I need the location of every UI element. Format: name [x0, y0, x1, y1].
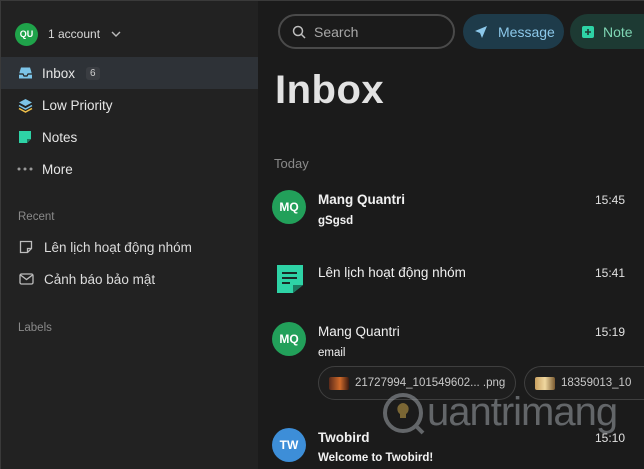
sidebar: QU 1 account Inbox 6 Low Priority Notes … [1, 1, 258, 469]
recent-item-label: Lên lịch hoạt động nhóm [44, 239, 192, 255]
inbox-item[interactable]: MQ Mang Quantri gSgsd 15:45 [258, 188, 644, 238]
layers-icon [17, 97, 33, 113]
sender-name: Mang Quantri [318, 324, 400, 339]
note-button-label: Note [603, 23, 633, 40]
account-label: 1 account [48, 27, 101, 41]
account-avatar: QU [15, 22, 38, 46]
note-icon [277, 265, 303, 293]
inbox-icon [17, 65, 33, 81]
new-note-button[interactable]: Note [570, 14, 644, 49]
sidebar-item-notes[interactable]: Notes [1, 121, 258, 153]
search-icon [292, 25, 306, 39]
page-title: Inbox [275, 68, 385, 112]
message-time: 15:45 [594, 193, 625, 207]
note-plus-icon [582, 25, 594, 38]
image-thumbnail [329, 376, 349, 390]
search-placeholder: Search [314, 23, 359, 40]
search-input[interactable]: Search [278, 14, 455, 49]
message-button-label: Message [498, 23, 555, 40]
date-group-label: Today [274, 156, 309, 171]
inbox-item[interactable]: TW Twobird Welcome to Twobird! 15:10 [258, 425, 644, 469]
message-time: 15:10 [594, 431, 625, 445]
avatar: TW [272, 428, 306, 462]
new-message-button[interactable]: Message [463, 14, 564, 49]
chevron-down-icon [111, 31, 121, 37]
recent-item-label: Cảnh báo bảo mật [44, 271, 156, 287]
message-subject: gSgsd [318, 215, 354, 227]
avatar: MQ [272, 322, 306, 356]
sidebar-item-low-priority[interactable]: Low Priority [1, 89, 258, 121]
mail-icon [18, 271, 34, 287]
unread-count-badge: 6 [86, 66, 100, 80]
note-outline-icon [18, 239, 34, 255]
note-title: Lên lịch hoạt động nhóm [318, 265, 466, 280]
labels-section-title: Labels [18, 322, 52, 334]
recent-section-title: Recent [18, 211, 55, 223]
sender-name: Twobird [318, 430, 370, 445]
avatar: MQ [272, 190, 306, 224]
attachment-filename: 18359013_10 [561, 377, 632, 389]
recent-item[interactable]: Cảnh báo bảo mật [1, 263, 258, 295]
sidebar-item-inbox[interactable]: Inbox 6 [1, 57, 258, 89]
message-subject: email [318, 347, 346, 359]
message-time: 15:19 [594, 325, 625, 339]
sidebar-item-more[interactable]: More [1, 153, 258, 185]
send-icon [475, 25, 487, 38]
image-thumbnail [535, 376, 555, 390]
main-pane: Search Message Note Inbox Today MQ Mang … [258, 1, 644, 469]
sidebar-item-label: Low Priority [42, 97, 113, 113]
sidebar-item-label: Notes [42, 129, 78, 145]
recent-list: Lên lịch hoạt động nhóm Cảnh báo bảo mật [1, 231, 258, 295]
sidebar-item-label: More [42, 161, 73, 177]
inbox-item[interactable]: Lên lịch hoạt động nhóm 15:41 [258, 261, 644, 301]
sidebar-item-label: Inbox [42, 65, 76, 81]
note-icon [17, 129, 33, 145]
message-time: 15:41 [594, 266, 625, 280]
sidebar-nav: Inbox 6 Low Priority Notes More [1, 57, 258, 185]
more-icon [17, 161, 33, 177]
account-switcher[interactable]: QU 1 account [15, 22, 122, 46]
message-subject: Welcome to Twobird! [318, 452, 434, 464]
attachment-filename: 21727994_101549602... .png [355, 377, 506, 389]
recent-item[interactable]: Lên lịch hoạt động nhóm [1, 231, 258, 263]
sender-name: Mang Quantri [318, 192, 405, 207]
app-window: QU 1 account Inbox 6 Low Priority Notes … [0, 0, 644, 469]
